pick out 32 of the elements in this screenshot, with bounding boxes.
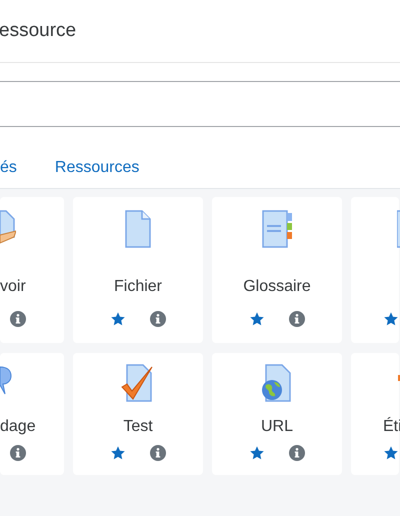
activity-name: Glossaire — [243, 278, 311, 295]
activity-name: Fichier — [114, 278, 162, 295]
activity-card[interactable]: voir — [0, 197, 64, 343]
category-tab[interactable]: Ressources — [54, 157, 140, 186]
activity-card[interactable]: Test — [73, 353, 203, 475]
info-icon[interactable] — [289, 311, 305, 327]
category-tab[interactable]: és — [0, 157, 17, 186]
star-icon[interactable] — [249, 445, 265, 461]
info-icon[interactable] — [289, 445, 305, 461]
star-icon[interactable] — [249, 311, 265, 327]
star-icon[interactable] — [110, 445, 126, 461]
star-icon[interactable] — [383, 311, 399, 327]
info-icon[interactable] — [150, 445, 166, 461]
info-icon[interactable] — [150, 311, 166, 327]
document-checkmark-icon — [121, 363, 155, 403]
activity-card[interactable]: URL — [212, 353, 342, 475]
activity-card[interactable]: dage — [0, 353, 64, 475]
activity-card[interactable]: Fichier — [73, 197, 203, 343]
star-icon[interactable] — [110, 311, 126, 327]
document-globe-icon — [260, 363, 294, 403]
activity-name: URL — [260, 418, 293, 435]
dictionary-icon — [261, 209, 293, 249]
search-field[interactable] — [0, 81, 400, 127]
info-icon[interactable] — [10, 311, 26, 327]
activity-card[interactable]: Glossaire — [212, 197, 342, 343]
star-icon[interactable] — [383, 445, 399, 461]
document-edge-icon — [397, 209, 400, 249]
activity-name: Test — [123, 418, 153, 435]
dialog-title: essource — [0, 18, 76, 43]
activity-name: voir — [0, 278, 26, 295]
info-icon[interactable] — [10, 445, 26, 461]
activity-name: dage — [0, 418, 36, 435]
